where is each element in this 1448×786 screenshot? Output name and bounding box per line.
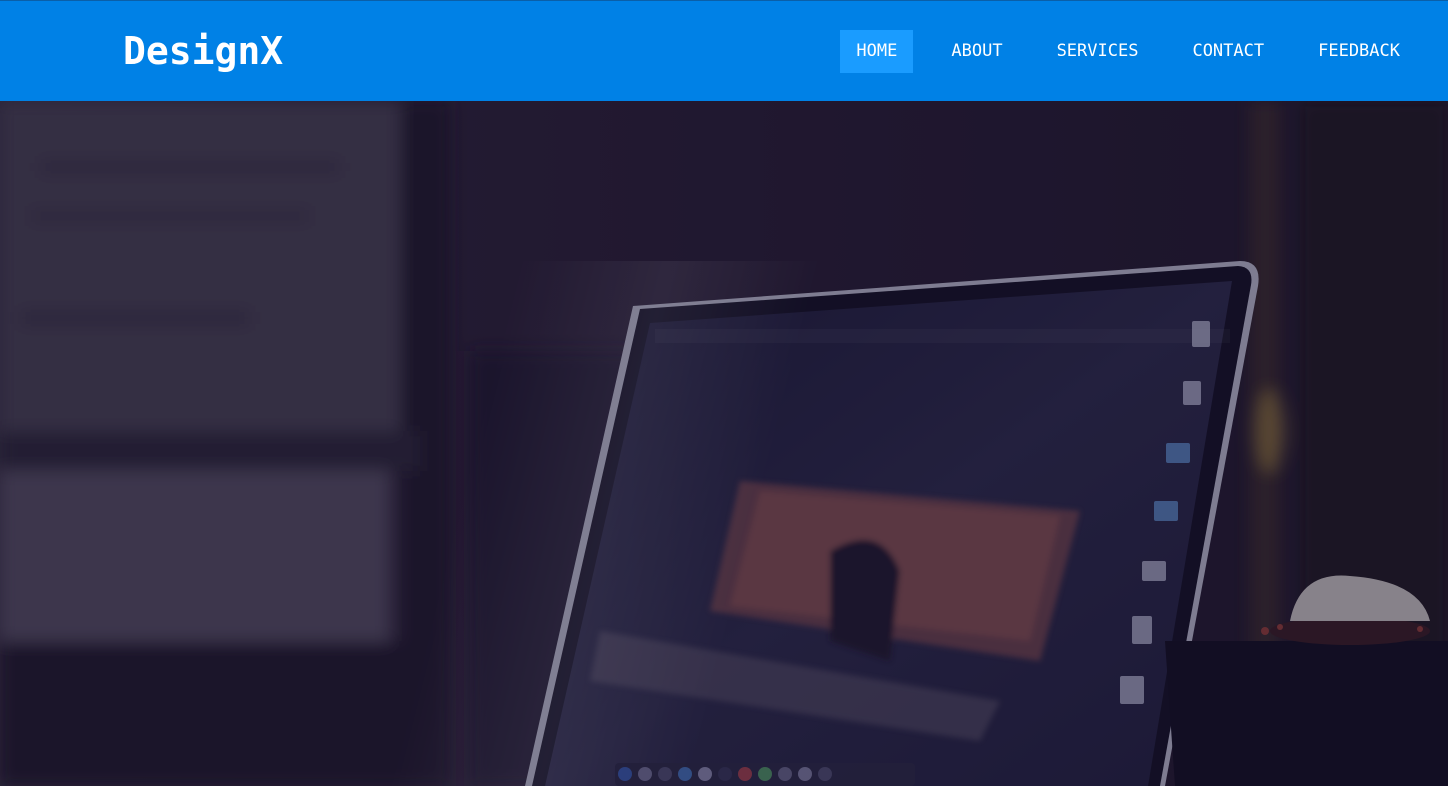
nav-services-link[interactable]: SERVICES xyxy=(1041,30,1155,73)
nav-home-link[interactable]: HOME xyxy=(840,30,914,73)
nav-about-link[interactable]: ABOUT xyxy=(935,30,1018,73)
nav-contact-link[interactable]: CONTACT xyxy=(1176,30,1280,73)
brand-logo[interactable]: DesignX xyxy=(123,28,283,74)
top-navbar: DesignX HOME ABOUT SERVICES CONTACT FEED… xyxy=(0,0,1448,101)
hero-banner xyxy=(0,101,1448,786)
laptop-photo-icon xyxy=(0,101,1448,786)
main-nav: HOME ABOUT SERVICES CONTACT FEEDBACK xyxy=(840,30,1416,73)
nav-feedback-link[interactable]: FEEDBACK xyxy=(1302,30,1416,73)
